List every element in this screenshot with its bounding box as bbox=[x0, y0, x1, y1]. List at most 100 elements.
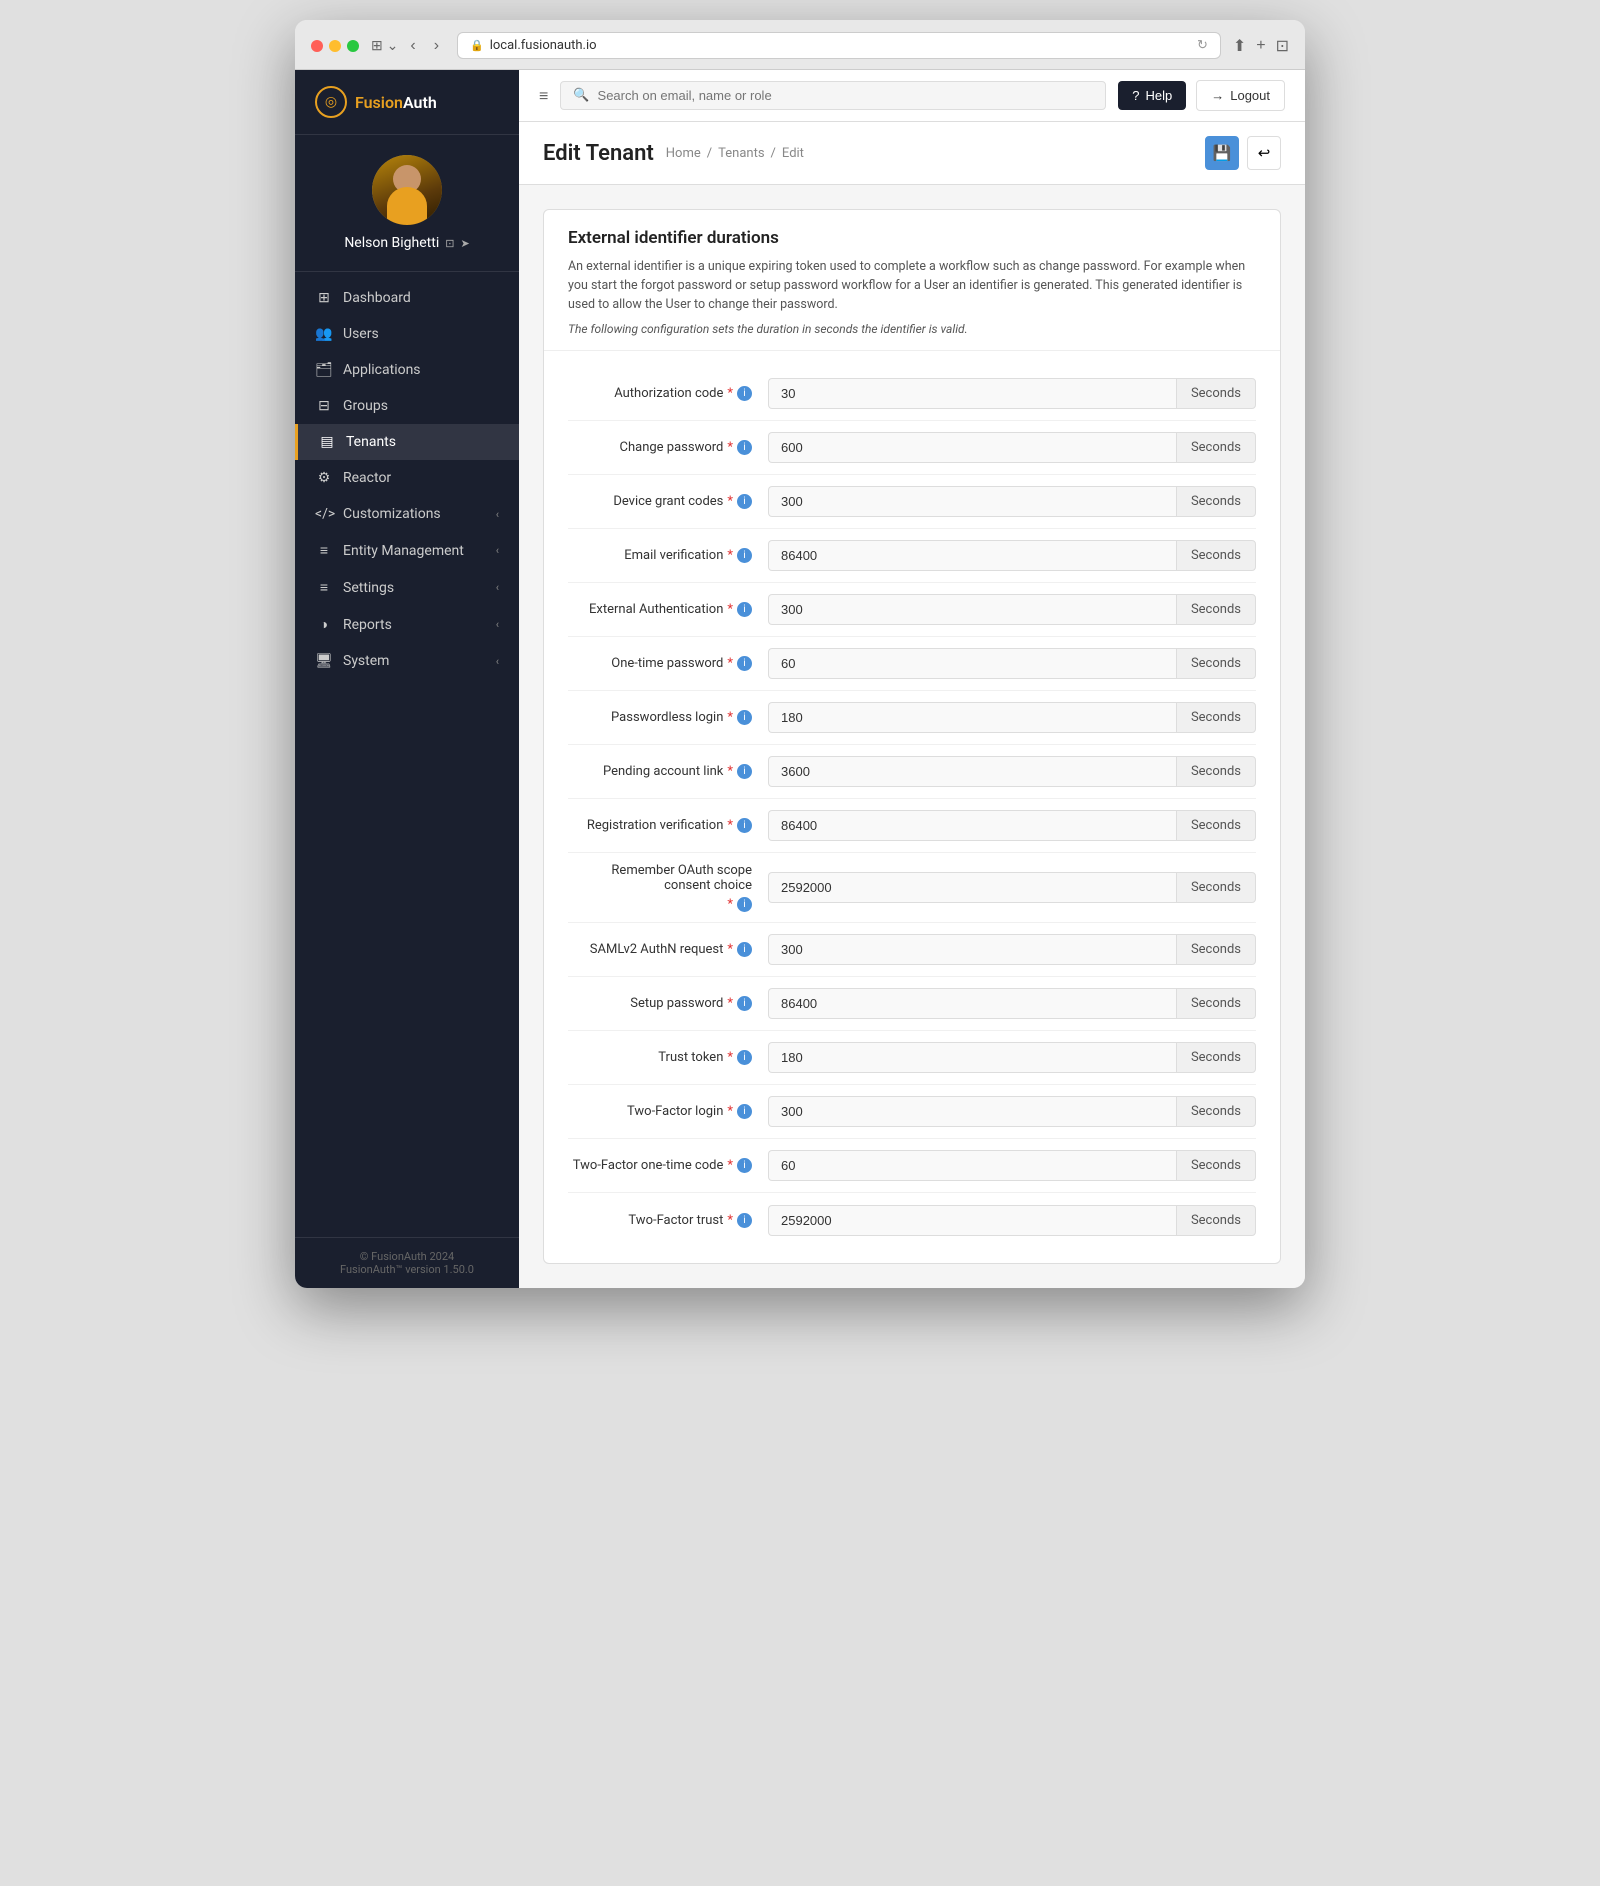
input-authorization-code[interactable] bbox=[768, 378, 1176, 409]
control-external-authentication: Seconds bbox=[768, 594, 1256, 625]
info-registration-verification-icon[interactable]: i bbox=[737, 818, 752, 833]
logout-button[interactable]: → Logout bbox=[1196, 80, 1285, 111]
info-two-factor-trust-icon[interactable]: i bbox=[737, 1213, 752, 1228]
suffix-samlv2-authn-request: Seconds bbox=[1176, 934, 1256, 965]
breadcrumb: Home / Tenants / Edit bbox=[666, 146, 804, 161]
reports-chevron-icon: ‹ bbox=[496, 618, 499, 631]
input-email-verification[interactable] bbox=[768, 540, 1176, 571]
menu-icon[interactable]: ≡ bbox=[539, 86, 548, 106]
suffix-device-grant-codes: Seconds bbox=[1176, 486, 1256, 517]
breadcrumb-home[interactable]: Home bbox=[666, 146, 701, 161]
control-one-time-password: Seconds bbox=[768, 648, 1256, 679]
label-registration-verification: Registration verification* i bbox=[568, 818, 768, 833]
sidebar-item-label-customizations: Customizations bbox=[343, 506, 441, 522]
control-remember-oauth: Seconds bbox=[768, 872, 1256, 903]
form-row-setup-password: Setup password* i Seconds bbox=[568, 977, 1256, 1031]
info-remember-oauth-icon[interactable]: i bbox=[737, 897, 752, 912]
input-two-factor-trust[interactable] bbox=[768, 1205, 1176, 1236]
help-button[interactable]: ? Help bbox=[1118, 81, 1186, 110]
info-external-authentication-icon[interactable]: i bbox=[737, 602, 752, 617]
suffix-setup-password: Seconds bbox=[1176, 988, 1256, 1019]
form-row-authorization-code: Authorization code* i Seconds bbox=[568, 367, 1256, 421]
input-device-grant-codes[interactable] bbox=[768, 486, 1176, 517]
input-remember-oauth[interactable] bbox=[768, 872, 1176, 903]
page-title-area: Edit Tenant Home / Tenants / Edit bbox=[543, 141, 804, 166]
breadcrumb-sep1: / bbox=[707, 146, 712, 161]
info-authorization-code-icon[interactable]: i bbox=[737, 386, 752, 401]
sidebar-item-applications[interactable]: 🗂 Applications bbox=[295, 352, 519, 388]
logo-icon: ◎ bbox=[315, 86, 347, 118]
sidebar-item-settings[interactable]: ≡ Settings ‹ bbox=[295, 569, 519, 606]
input-one-time-password[interactable] bbox=[768, 648, 1176, 679]
input-external-authentication[interactable] bbox=[768, 594, 1176, 625]
input-pending-account-link[interactable] bbox=[768, 756, 1176, 787]
close-dot[interactable] bbox=[311, 40, 323, 52]
sidebar-item-reactor[interactable]: ⚙ Reactor bbox=[295, 460, 519, 496]
address-bar[interactable]: 🔒 local.fusionauth.io ↻ bbox=[457, 32, 1221, 59]
sidebar-item-dashboard[interactable]: ⊞ Dashboard bbox=[295, 280, 519, 316]
input-change-password[interactable] bbox=[768, 432, 1176, 463]
input-passwordless-login[interactable] bbox=[768, 702, 1176, 733]
main-content: ≡ 🔍 ? Help → Logout bbox=[519, 70, 1305, 1288]
info-change-password-icon[interactable]: i bbox=[737, 440, 752, 455]
external-identifiers-card: External identifier durations An externa… bbox=[543, 209, 1281, 1264]
sidebar-user: Nelson Bighetti ⊡ ➤ bbox=[295, 135, 519, 272]
info-trust-token-icon[interactable]: i bbox=[737, 1050, 752, 1065]
input-samlv2-authn-request[interactable] bbox=[768, 934, 1176, 965]
input-two-factor-one-time-code[interactable] bbox=[768, 1150, 1176, 1181]
new-tab-button[interactable]: + bbox=[1256, 37, 1265, 55]
sidebar-item-tenants[interactable]: ▤ Tenants bbox=[295, 424, 519, 460]
user-card-icon[interactable]: ⊡ bbox=[445, 237, 454, 250]
content-area: External identifier durations An externa… bbox=[519, 185, 1305, 1288]
settings-icon: ≡ bbox=[315, 579, 333, 596]
input-registration-verification[interactable] bbox=[768, 810, 1176, 841]
suffix-trust-token: Seconds bbox=[1176, 1042, 1256, 1073]
info-device-grant-codes-icon[interactable]: i bbox=[737, 494, 752, 509]
info-two-factor-login-icon[interactable]: i bbox=[737, 1104, 752, 1119]
customizations-chevron-icon: ‹ bbox=[496, 508, 499, 521]
info-two-factor-one-time-code-icon[interactable]: i bbox=[737, 1158, 752, 1173]
sidebar-item-entity-management[interactable]: ≡ Entity Management ‹ bbox=[295, 532, 519, 569]
label-samlv2-authn-request: SAMLv2 AuthN request* i bbox=[568, 942, 768, 957]
form-row-device-grant-codes: Device grant codes* i Seconds bbox=[568, 475, 1256, 529]
sidebar-item-label-tenants: Tenants bbox=[346, 434, 396, 450]
sidebar-item-reports[interactable]: ◑ Reports ‹ bbox=[295, 606, 519, 643]
info-one-time-password-icon[interactable]: i bbox=[737, 656, 752, 671]
sidebar-item-groups[interactable]: ⊟ Groups bbox=[295, 388, 519, 424]
input-trust-token[interactable] bbox=[768, 1042, 1176, 1073]
save-button[interactable]: 💾 bbox=[1205, 136, 1239, 170]
sidebar-item-system[interactable]: 🖥 System ‹ bbox=[295, 643, 519, 679]
minimize-dot[interactable] bbox=[329, 40, 341, 52]
form-row-trust-token: Trust token* i Seconds bbox=[568, 1031, 1256, 1085]
sidebar-toggle-button[interactable]: ⊡ bbox=[1276, 36, 1289, 56]
tab-grid-button[interactable]: ⊞ ⌄ bbox=[371, 37, 398, 54]
search-input[interactable] bbox=[598, 88, 1094, 103]
user-location-icon[interactable]: ➤ bbox=[460, 237, 469, 250]
refresh-icon[interactable]: ↻ bbox=[1197, 38, 1208, 53]
breadcrumb-tenants[interactable]: Tenants bbox=[718, 146, 764, 161]
label-pending-account-link: Pending account link* i bbox=[568, 764, 768, 779]
input-two-factor-login[interactable] bbox=[768, 1096, 1176, 1127]
control-samlv2-authn-request: Seconds bbox=[768, 934, 1256, 965]
browser-chrome: ⊞ ⌄ ‹ › 🔒 local.fusionauth.io ↻ ⬆ + ⊡ bbox=[295, 20, 1305, 70]
back-button[interactable]: ‹ bbox=[404, 35, 421, 57]
share-button[interactable]: ⬆ bbox=[1233, 36, 1246, 56]
info-email-verification-icon[interactable]: i bbox=[737, 548, 752, 563]
reports-icon: ◑ bbox=[315, 616, 333, 633]
maximize-dot[interactable] bbox=[347, 40, 359, 52]
sidebar-item-customizations[interactable]: </> Customizations ‹ bbox=[295, 496, 519, 532]
control-passwordless-login: Seconds bbox=[768, 702, 1256, 733]
sidebar-logo: ◎ FusionAuth bbox=[295, 70, 519, 135]
info-setup-password-icon[interactable]: i bbox=[737, 996, 752, 1011]
info-pending-account-link-icon[interactable]: i bbox=[737, 764, 752, 779]
input-setup-password[interactable] bbox=[768, 988, 1176, 1019]
form-row-two-factor-login: Two-Factor login* i Seconds bbox=[568, 1085, 1256, 1139]
back-button-page[interactable]: ↩ bbox=[1247, 136, 1281, 170]
sidebar-item-users[interactable]: 👥 Users bbox=[295, 316, 519, 352]
forward-button[interactable]: › bbox=[428, 35, 445, 57]
info-samlv2-authn-request-icon[interactable]: i bbox=[737, 942, 752, 957]
browser-dots bbox=[311, 40, 359, 52]
info-passwordless-login-icon[interactable]: i bbox=[737, 710, 752, 725]
form-row-one-time-password: One-time password* i Seconds bbox=[568, 637, 1256, 691]
system-icon: 🖥 bbox=[315, 653, 333, 669]
